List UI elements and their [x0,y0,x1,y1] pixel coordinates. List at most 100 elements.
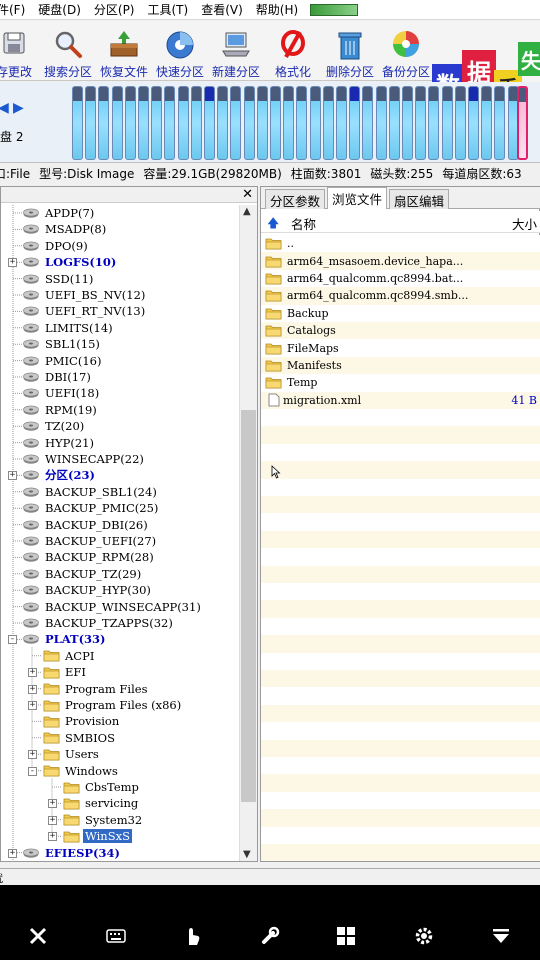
collapse-icon[interactable]: - [28,766,37,776]
quick-partition-button[interactable]: 快速分区 [152,25,208,79]
menu-file[interactable]: 件(F) [0,1,25,18]
recover-files-button[interactable]: 恢复文件 [96,25,152,79]
collapse-icon[interactable]: - [8,635,17,645]
expand-icon[interactable]: + [28,750,37,760]
expand-icon[interactable]: + [28,668,37,678]
expand-icon[interactable]: + [8,258,17,268]
tree-node[interactable]: APDP(7) [23,205,96,221]
partition-cylinder[interactable] [190,86,202,160]
tab-browse-files[interactable]: 浏览文件 [327,187,388,209]
tree-node[interactable]: BACKUP_UEFI(27) [23,533,158,549]
new-partition-button[interactable]: 新建分区 [208,25,264,79]
tree-node[interactable]: LIMITS(14) [23,320,115,336]
partition-cylinder[interactable] [454,86,466,160]
tree-node[interactable]: servicing [63,795,140,811]
file-row[interactable]: migration.xml 41 B [261,391,540,409]
partition-cylinder[interactable] [309,86,321,160]
partition-cylinder[interactable] [85,86,97,160]
tree-node[interactable]: PLAT(33) [23,631,107,647]
file-row[interactable]: Backup [261,304,540,322]
expand-icon[interactable]: + [48,799,57,809]
backup-partition-button[interactable]: 备份分区 [378,25,434,79]
tree-node[interactable]: BACKUP_SBL1(24) [23,484,159,500]
tree-node[interactable]: Program Files [43,681,149,697]
tree-node[interactable]: MSADP(8) [23,221,108,237]
tree-node[interactable]: 分区(23) [23,467,97,483]
tree-node[interactable]: SSD(11) [23,271,95,287]
partition-cylinder[interactable] [138,86,149,160]
tree-node[interactable]: UEFI_RT_NV(13) [23,303,147,319]
partition-cylinder[interactable] [441,86,453,160]
expand-icon[interactable]: + [48,815,57,825]
tree-node[interactable]: SMBIOS [43,730,117,746]
close-icon[interactable] [26,924,50,948]
tree-node[interactable]: RPM(19) [23,402,99,418]
prev-disk-arrow-icon[interactable]: ◀ [0,100,9,116]
file-row[interactable]: Temp [261,374,540,392]
up-folder-icon[interactable]: 🡅 [267,214,279,235]
tree-node[interactable]: BACKUP_PMIC(25) [23,500,160,516]
tab-partition-params[interactable]: 分区参数 [265,189,326,209]
scroll-up-icon[interactable]: ▲ [243,206,251,217]
file-row[interactable]: Catalogs [261,322,540,340]
partition-cylinder[interactable] [111,86,123,160]
tree-node[interactable]: CbsTemp [63,779,141,795]
tab-sector-editor[interactable]: 扇区编辑 [389,189,450,209]
partition-cylinder[interactable] [124,86,136,160]
partition-cylinder[interactable] [230,86,242,160]
tree-node[interactable]: Program Files (x86) [43,697,183,713]
tree-node[interactable]: ACPI [43,648,96,664]
expand-icon[interactable]: + [48,832,57,842]
partition-cylinder[interactable] [296,86,308,160]
windows-icon[interactable] [334,924,358,948]
column-size[interactable]: 大小 [512,214,537,233]
partition-cylinder[interactable] [322,86,334,160]
file-row[interactable]: FileMaps [261,339,540,357]
partition-cylinder[interactable] [204,86,215,160]
tree-node[interactable]: DPO(9) [23,238,90,254]
partition-cylinder[interactable] [151,86,163,160]
tree-node[interactable]: Users [43,746,101,762]
menu-tools[interactable]: 工具(T) [148,1,189,18]
partition-cylinder[interactable] [388,86,400,160]
tree-node[interactable]: EFIESP(34) [23,845,122,861]
tree-node[interactable]: BACKUP_TZ(29) [23,566,143,582]
partition-cylinder[interactable] [494,86,506,160]
partition-cylinder[interactable] [270,86,281,160]
file-row[interactable]: Manifests [261,356,540,375]
expand-icon[interactable]: + [28,684,37,694]
partition-cylinder[interactable] [468,86,479,160]
tree-node[interactable]: HYP(21) [23,435,96,451]
file-row[interactable]: .. [261,235,540,253]
partition-cylinder[interactable] [177,86,189,160]
gear-icon[interactable] [412,924,436,948]
partition-cylinder[interactable] [481,86,493,160]
partition-cylinder[interactable] [415,86,427,160]
next-disk-arrow-icon[interactable]: ▶ [13,100,24,116]
tree-node[interactable]: BACKUP_DBI(26) [23,517,150,533]
delete-partition-button[interactable]: 删除分区 [322,25,378,79]
tree-node[interactable]: PMIC(16) [23,353,103,369]
partition-cylinder[interactable] [164,86,176,160]
touch-icon[interactable] [180,924,204,948]
tree-node[interactable]: UEFI(18) [23,385,101,401]
menu-partition[interactable]: 分区(P) [94,1,135,18]
tree-node[interactable]: Windows [43,763,120,779]
tree-node[interactable]: WinSxS [63,828,132,844]
partition-cylinder[interactable] [336,86,347,160]
tree-node[interactable]: LOGFS(10) [23,254,118,270]
partition-cylinder[interactable] [516,86,528,160]
tree-node[interactable]: Provision [43,713,121,729]
tree-node[interactable]: BACKUP_TZAPPS(32) [23,615,175,631]
tree-scrollbar[interactable]: ▲ ▼ [239,205,257,861]
column-name[interactable]: 名称 [291,214,316,233]
search-partition-button[interactable]: 搜索分区 [40,25,96,79]
file-row[interactable]: arm64_qualcomm.qc8994.smb... [261,287,540,305]
format-button[interactable]: 格式化 [265,25,321,79]
scrollbar-thumb[interactable] [241,410,256,802]
tree-node[interactable]: TZ(20) [23,418,86,434]
partition-cylinder[interactable] [72,86,83,160]
file-row[interactable]: arm64_qualcomm.qc8994.bat... [261,269,540,288]
partition-cylinder[interactable] [256,86,268,160]
tree-node[interactable]: BACKUP_WINSECAPP(31) [23,599,203,615]
